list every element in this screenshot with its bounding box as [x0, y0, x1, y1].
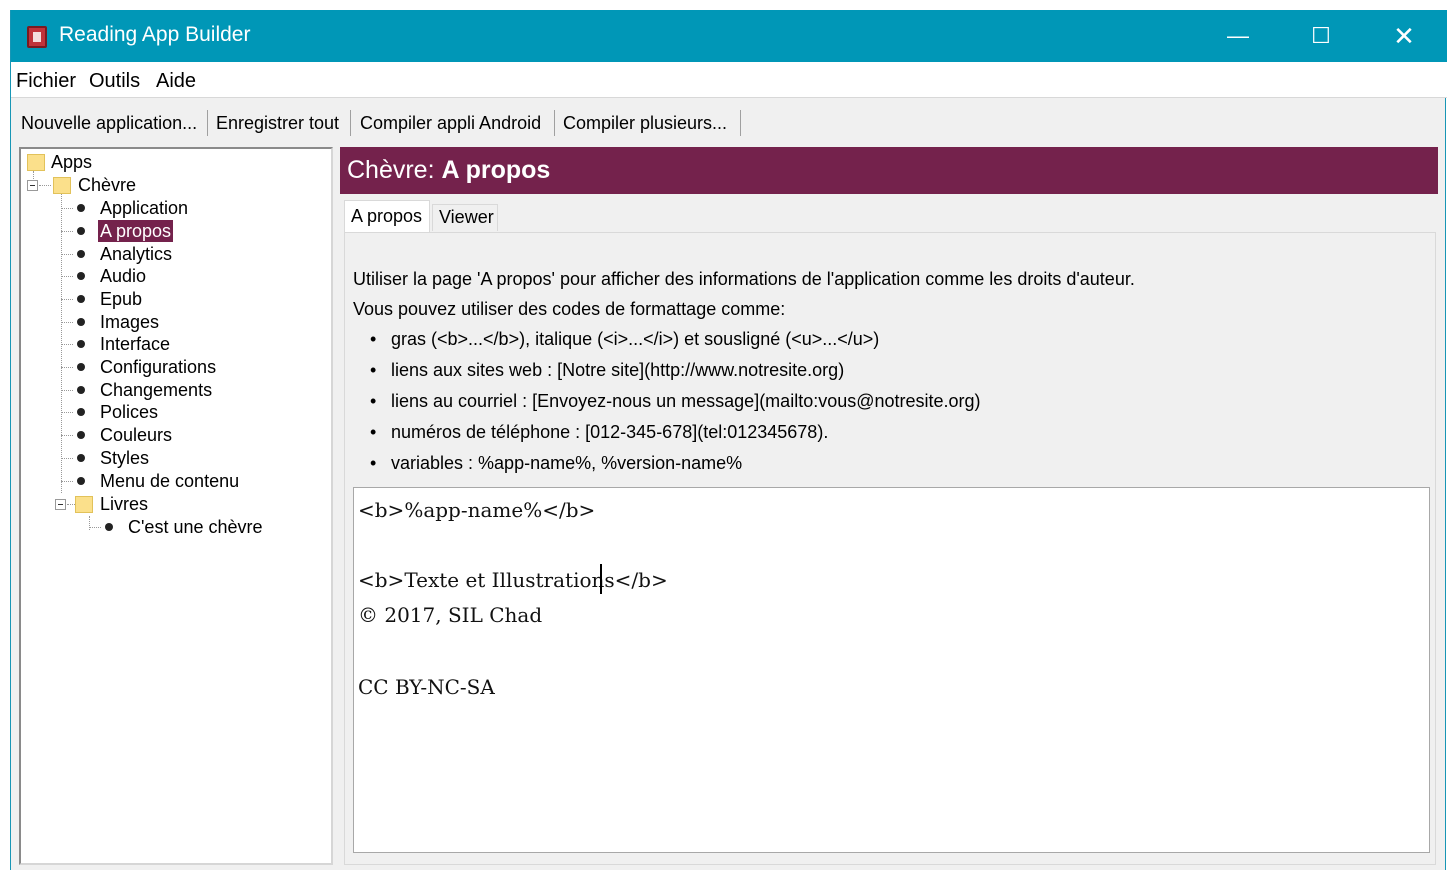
save-all-button[interactable]: Enregistrer tout	[212, 109, 339, 137]
new-application-button[interactable]: Nouvelle application...	[17, 109, 197, 137]
maximize-button[interactable]: ☐	[1298, 18, 1344, 54]
menu-fichier[interactable]: Fichier	[16, 70, 76, 93]
toolbar: Nouvelle application... Enregistrer tout…	[11, 106, 1447, 142]
editor-line: © 2017, SIL Chad	[358, 603, 543, 627]
page-title-page: A propos	[441, 156, 551, 184]
toolbar-separator	[740, 110, 741, 136]
app-window: Reading App Builder — ☐ ✕ Fichier Outils…	[10, 10, 1447, 870]
toolbar-separator	[207, 110, 208, 136]
minimize-button[interactable]: —	[1215, 18, 1261, 54]
menu-aide[interactable]: Aide	[156, 70, 196, 93]
window-title: Reading App Builder	[59, 23, 251, 46]
tree-connector	[61, 193, 62, 493]
build-android-button[interactable]: Compiler appli Android	[356, 109, 541, 137]
list-item: numéros de téléphone : [012-345-678](tel…	[353, 417, 1135, 448]
tab-viewer[interactable]: Viewer	[432, 204, 498, 231]
bullet-icon	[105, 523, 113, 531]
bullet-icon	[77, 272, 85, 280]
bullet-icon	[77, 295, 85, 303]
menu-outils[interactable]: Outils	[89, 70, 140, 93]
folder-icon	[27, 154, 45, 171]
bullet-icon	[77, 340, 85, 348]
toolbar-separator	[350, 110, 351, 136]
help-intro: Utiliser la page 'A propos' pour affiche…	[353, 269, 1135, 289]
bullet-icon	[77, 318, 85, 326]
folder-icon	[75, 496, 93, 513]
help-formatting-intro: Vous pouvez utiliser des codes de format…	[353, 299, 786, 319]
bullet-icon	[77, 204, 85, 212]
collapse-icon[interactable]	[27, 180, 38, 191]
menu-bar: Fichier Outils Aide	[11, 62, 1447, 98]
list-item: variables : %app-name%, %version-name%	[353, 448, 1135, 479]
bullet-icon	[77, 477, 85, 485]
collapse-icon[interactable]	[55, 499, 66, 510]
editor-line: <b>Texte et Illustrations</b>	[358, 568, 668, 592]
bullet-icon	[77, 250, 85, 258]
bullet-icon	[77, 454, 85, 462]
list-item: liens aux sites web : [Notre site](http:…	[353, 355, 1135, 386]
toolbar-separator	[554, 110, 555, 136]
help-list: gras (<b>...</b>), italique (<i>...</i>)…	[353, 324, 1135, 479]
bullet-icon	[77, 431, 85, 439]
title-bar[interactable]: Reading App Builder — ☐ ✕	[11, 10, 1447, 62]
bullet-icon	[77, 386, 85, 394]
help-text: Utiliser la page 'A propos' pour affiche…	[353, 264, 1135, 479]
editor-line: <b>%app-name%</b>	[358, 498, 596, 522]
list-item: gras (<b>...</b>), italique (<i>...</i>)…	[353, 324, 1135, 355]
tab-a-propos[interactable]: A propos	[344, 200, 430, 232]
list-item: liens au courriel : [Envoyez-nous un mes…	[353, 386, 1135, 417]
app-book-icon	[27, 26, 47, 48]
tab-content: Utiliser la page 'A propos' pour affiche…	[344, 232, 1436, 865]
bullet-icon	[77, 227, 85, 235]
build-multiple-button[interactable]: Compiler plusieurs...	[559, 109, 727, 137]
bullet-icon	[77, 363, 85, 371]
page-title-app: Chèvre:	[347, 156, 435, 184]
tree-connector	[39, 185, 51, 186]
navigation-tree[interactable]: Apps Chèvre Application A propos Analyti…	[19, 147, 333, 865]
folder-icon	[53, 177, 71, 194]
page-title: Chèvre: A propos	[340, 147, 1438, 194]
bullet-icon	[77, 408, 85, 416]
text-caret	[600, 564, 602, 594]
editor-line: CC BY-NC-SA	[358, 675, 495, 699]
close-button[interactable]: ✕	[1381, 18, 1427, 54]
about-text-editor[interactable]: <b>%app-name%</b> <b>Texte et Illustrati…	[353, 487, 1430, 853]
